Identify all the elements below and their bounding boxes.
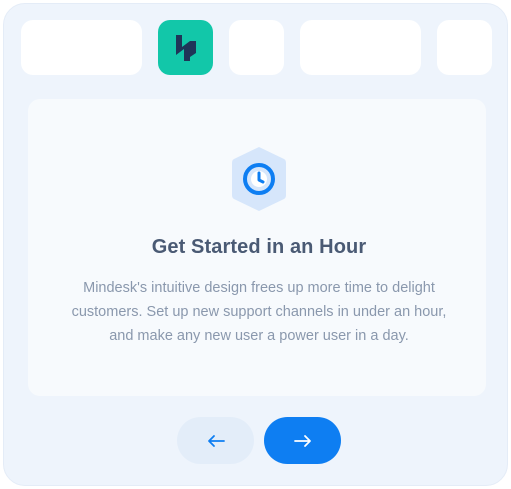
- next-button[interactable]: [264, 417, 341, 464]
- feature-description: Mindesk's intuitive design frees up more…: [71, 280, 447, 344]
- tab-placeholder-5[interactable]: [437, 20, 492, 75]
- tab-placeholder-3[interactable]: [229, 20, 284, 75]
- tab-placeholder-1[interactable]: [21, 20, 142, 75]
- feature-carousel: Get Started in an Hour Mindesk's intuiti…: [3, 3, 508, 486]
- arrow-right-icon: [293, 434, 311, 447]
- brand-logo-icon: [175, 34, 196, 61]
- tab-placeholder-4[interactable]: [300, 20, 421, 75]
- feature-title: Get Started in an Hour: [151, 236, 367, 258]
- arrow-left-icon: [207, 434, 225, 447]
- clock-shield-icon: [232, 147, 286, 211]
- tab-active-brand[interactable]: [158, 20, 213, 75]
- previous-button[interactable]: [177, 417, 254, 464]
